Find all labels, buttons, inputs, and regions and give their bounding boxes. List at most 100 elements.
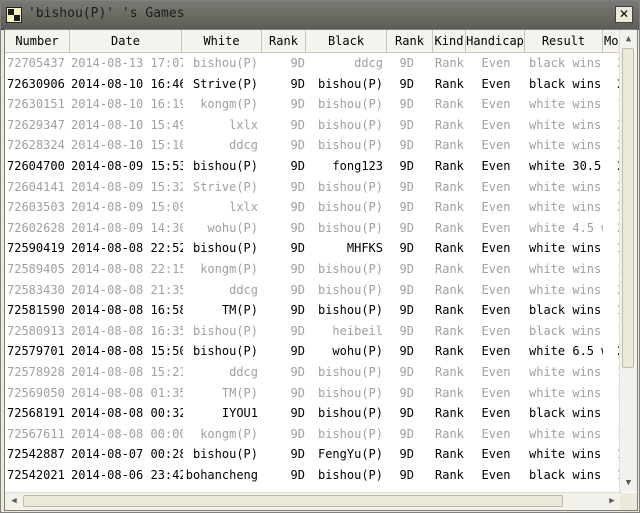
cell-white: ddcg	[229, 282, 258, 297]
cell-brank: 9D	[399, 241, 414, 256]
cell-date: 2014-08-08 00:00	[71, 426, 183, 441]
cell-handicap: Even	[481, 447, 511, 462]
cell-black: fong123	[332, 159, 383, 173]
cell-date: 2014-08-08 16:35	[71, 323, 183, 338]
cell-wrank: 9D	[290, 365, 305, 379]
column-header-handicap[interactable]: Handicap	[466, 30, 525, 52]
cell-wrank: 9D	[290, 385, 305, 400]
vertical-scrollbar[interactable]: ▲ ▼	[619, 30, 637, 492]
cell-wrank: 9D	[290, 303, 305, 318]
cell-number: 72542887	[7, 447, 65, 462]
cell-brank: 9D	[399, 426, 414, 441]
column-header-number[interactable]: Number	[5, 30, 70, 52]
table-row[interactable]: 72568191 2014-08-08 00:32 IYOU1 9D bishou(P)…	[5, 403, 637, 424]
column-header-kind[interactable]: Kind	[433, 30, 466, 52]
cell-result: white wins	[529, 447, 602, 462]
games-window: 'bishou(P)' 's Games ✕ Number Date White…	[0, 0, 640, 513]
table-row[interactable]: 72583430 2014-08-08 21:35 ddcg 9D bishou(P) 9…	[5, 280, 637, 301]
title-bar[interactable]: 'bishou(P)' 's Games ✕	[1, 1, 639, 30]
column-header-black-rank[interactable]: Rank	[387, 30, 433, 52]
cell-white: wohu(P)	[207, 220, 258, 235]
cell-wrank: 9D	[290, 323, 305, 338]
table-row[interactable]: 72628324 2014-08-10 15:10 ddcg 9D bishou(P) 9…	[5, 135, 637, 156]
horizontal-scrollbar[interactable]: ◀ ▶	[5, 492, 622, 510]
cell-number: 72603503	[7, 200, 65, 215]
cell-handicap: Even	[481, 365, 511, 379]
table-row[interactable]: 72705437 2014-08-13 17:07 bishou(P) 9D ddcg 9…	[5, 53, 637, 74]
cell-handicap: Even	[481, 76, 511, 91]
cell-handicap: Even	[481, 323, 511, 338]
cell-handicap: Even	[481, 468, 511, 482]
cell-wrank: 9D	[290, 76, 305, 91]
cell-brank: 9D	[399, 56, 414, 70]
cell-white: Strive(P)	[192, 179, 258, 194]
cell-handicap: Even	[481, 344, 511, 359]
cell-black: bishou(P)	[317, 97, 383, 112]
column-header-white[interactable]: White	[182, 30, 262, 52]
cell-number: 72602628	[7, 220, 65, 235]
table-header: Number Date White Rank Black Rank Kind H…	[5, 30, 637, 53]
scroll-left-icon[interactable]: ◀	[7, 494, 21, 508]
cell-date: 2014-08-07 00:28	[71, 447, 183, 462]
table-row[interactable]: 72629347 2014-08-10 15:49 lxlx 9D bishou(P) 9…	[5, 115, 637, 136]
cell-wrank: 9D	[290, 159, 305, 173]
table-row[interactable]: 72567611 2014-08-08 00:00 kongm(P) 9D bishou…	[5, 424, 637, 445]
cell-handicap: Even	[481, 179, 511, 194]
cell-handicap: Even	[481, 385, 511, 400]
cell-number: 72604700	[7, 159, 65, 173]
cell-wrank: 9D	[290, 344, 305, 359]
cell-black: bishou(P)	[317, 385, 383, 400]
table-row[interactable]: 72581590 2014-08-08 16:58 TM(P) 9D bishou(P)…	[5, 300, 637, 321]
table-row[interactable]: 72578928 2014-08-08 15:21 ddcg 9D bishou(P) 9…	[5, 362, 637, 383]
cell-black: bishou(P)	[317, 76, 383, 91]
cell-wrank: 9D	[290, 447, 305, 462]
cell-white: Strive(P)	[192, 76, 258, 91]
table-row[interactable]: 72589405 2014-08-08 22:15 kongm(P) 9D bishou…	[5, 259, 637, 280]
cell-wrank: 9D	[290, 138, 305, 153]
table-row[interactable]: 72604141 2014-08-09 15:32 Strive(P) 9D bisho…	[5, 177, 637, 198]
table-row[interactable]: 72630906 2014-08-10 16:46 Strive(P) 9D bisho…	[5, 74, 637, 95]
cell-result: black wins	[529, 468, 602, 482]
close-button[interactable]: ✕	[615, 6, 633, 23]
cell-white: kongm(P)	[200, 262, 258, 276]
cell-result: white wins	[529, 97, 602, 112]
cell-number: 72579701	[7, 344, 65, 359]
table-row[interactable]: 72542887 2014-08-07 00:28 bishou(P) 9D FengY…	[5, 444, 637, 465]
cell-brank: 9D	[399, 447, 414, 462]
scroll-down-icon[interactable]: ▼	[622, 476, 635, 490]
table-row[interactable]: 72604700 2014-08-09 15:53 bishou(P) 9D fong1…	[5, 156, 637, 177]
cell-number: 72630906	[7, 76, 65, 91]
table-row[interactable]: 72630151 2014-08-10 16:19 kongm(P) 9D bishou…	[5, 94, 637, 115]
table-row[interactable]: 72580913 2014-08-08 16:35 bishou(P) 9D heibe…	[5, 321, 637, 342]
column-header-white-rank[interactable]: Rank	[262, 30, 306, 52]
cell-date: 2014-08-08 15:50	[71, 344, 183, 359]
table-row[interactable]: 72542021 2014-08-06 23:42 bohancheng 9D bish…	[5, 465, 637, 486]
cell-date: 2014-08-09 14:30	[71, 220, 183, 235]
cell-white: bishou(P)	[192, 56, 258, 70]
cell-wrank: 9D	[290, 468, 305, 482]
cell-result: black wins	[529, 303, 602, 318]
cell-kind: Rank	[435, 447, 464, 462]
column-header-black[interactable]: Black	[306, 30, 387, 52]
cell-white: kongm(P)	[200, 97, 258, 112]
horizontal-scroll-thumb[interactable]	[23, 495, 563, 507]
column-header-result[interactable]: Result	[525, 30, 603, 52]
cell-black: bishou(P)	[317, 468, 383, 482]
games-list: Number Date White Rank Black Rank Kind H…	[4, 29, 638, 511]
table-row[interactable]: 72569050 2014-08-08 01:35 TM(P) 9D bishou(P)…	[5, 383, 637, 404]
scroll-right-icon[interactable]: ▶	[605, 494, 619, 508]
cell-result: white wins	[529, 179, 602, 194]
scroll-up-icon[interactable]: ▲	[622, 32, 635, 46]
table-row[interactable]: 72590419 2014-08-08 22:52 bishou(P) 9D MHFKS…	[5, 238, 637, 259]
table-row[interactable]: 72579701 2014-08-08 15:50 bishou(P) 9D wohu(…	[5, 341, 637, 362]
cell-wrank: 9D	[290, 117, 305, 132]
cell-white: IYOU1	[221, 406, 258, 421]
cell-date: 2014-08-09 15:09	[71, 200, 183, 215]
table-row[interactable]: 72603503 2014-08-09 15:09 lxlx 9D bishou(P) 9…	[5, 197, 637, 218]
vertical-scroll-thumb[interactable]	[622, 48, 634, 368]
cell-black: MHFKS	[346, 241, 383, 256]
table-row[interactable]: 72602628 2014-08-09 14:30 wohu(P) 9D bishou(…	[5, 218, 637, 239]
cell-white: TM(P)	[221, 303, 258, 318]
column-header-date[interactable]: Date	[70, 30, 182, 52]
cell-number: 72581590	[7, 303, 65, 318]
